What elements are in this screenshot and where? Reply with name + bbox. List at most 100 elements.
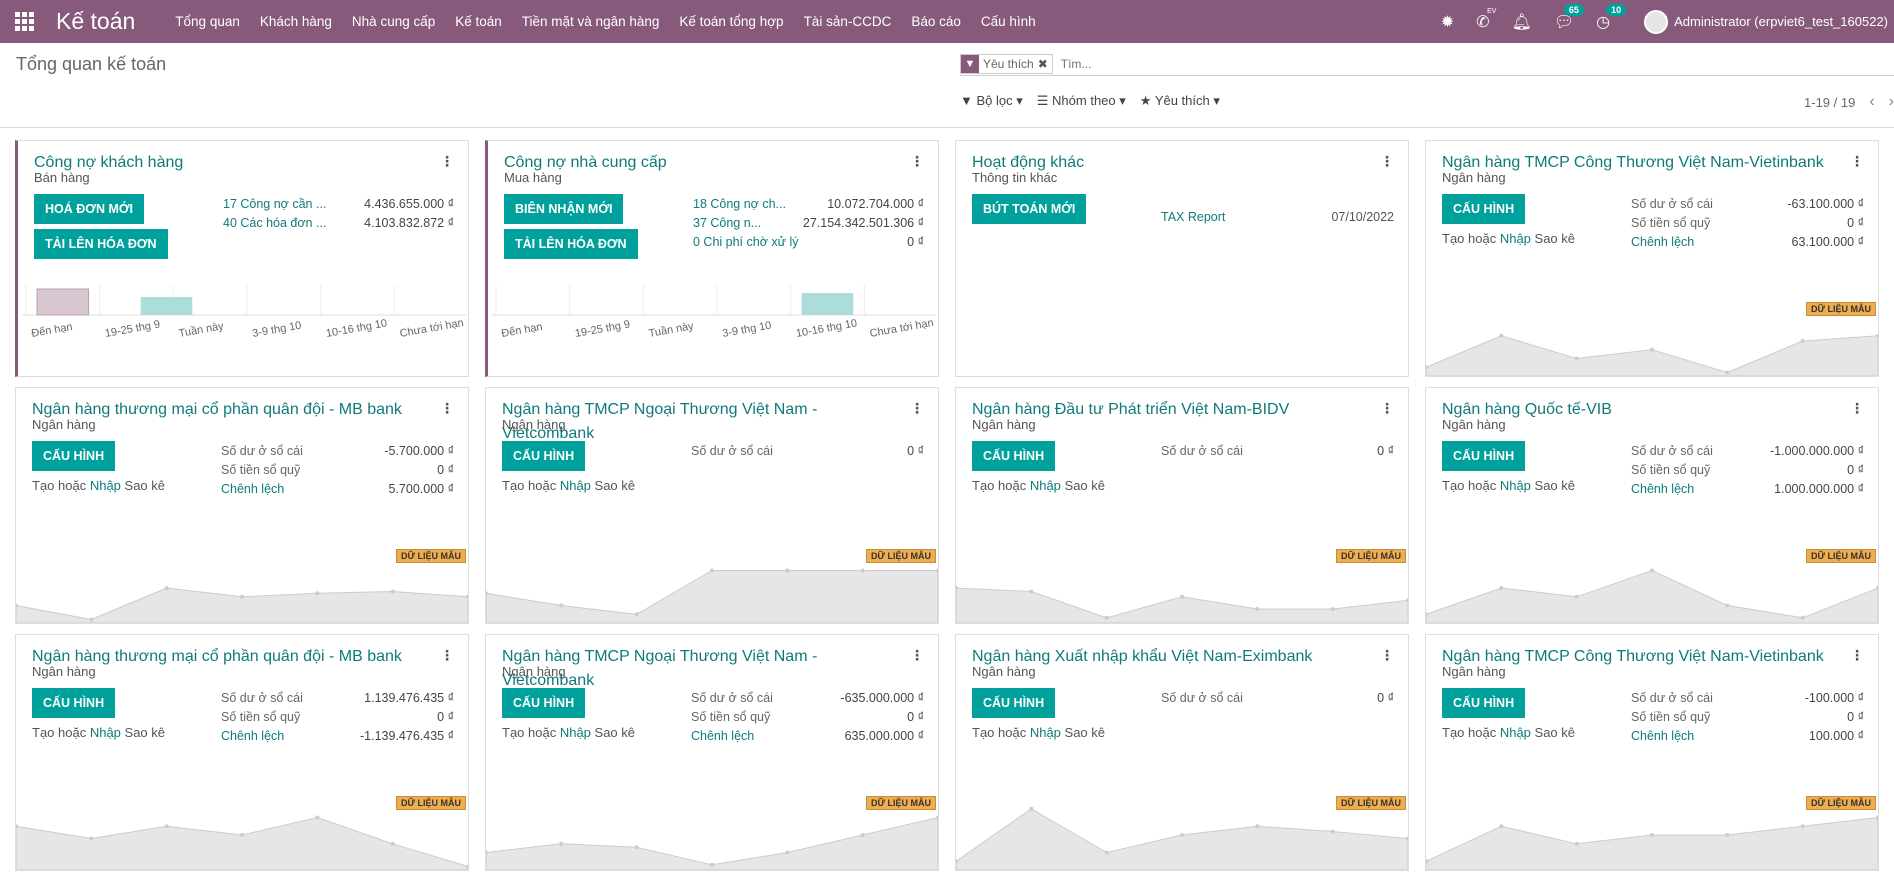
summary-label[interactable]: Chênh lệch [691, 727, 754, 746]
more-options-icon[interactable]: ⋮ [440, 647, 454, 664]
summary-label[interactable]: 17 Công nợ cần ... [223, 195, 326, 214]
data-point [1650, 347, 1654, 352]
app-title[interactable]: Kế toán [56, 8, 135, 35]
card-title[interactable]: Công nợ khách hàng [34, 151, 434, 175]
action-button[interactable]: TẢI LÊN HÓA ĐƠN [504, 229, 638, 259]
menu-item[interactable]: Khách hàng [250, 14, 342, 29]
search-options: ▼ Bộ lọc ▾ ☰ Nhóm theo ▾ ★ Yêu thích ▾ [960, 93, 1220, 109]
menu-item[interactable]: Tiền mặt và ngân hàng [512, 14, 670, 29]
filter-dropdown[interactable]: ▼ Bộ lọc ▾ [960, 93, 1023, 109]
configure-button[interactable]: CẤU HÌNH [1442, 441, 1526, 471]
create-link[interactable]: Tạo hoặc [32, 725, 86, 740]
summary-label[interactable]: 18 Công nợ ch... [693, 195, 786, 214]
bar[interactable] [801, 293, 854, 315]
import-link[interactable]: Nhập [1030, 478, 1061, 493]
import-link[interactable]: Nhập [560, 725, 591, 740]
apps-menu-icon[interactable] [15, 11, 35, 32]
action-button[interactable]: BÚT TOÁN MỚI [972, 194, 1087, 224]
create-link[interactable]: Tạo hoặc [502, 725, 556, 740]
create-link[interactable]: Tạo hoặc [32, 478, 86, 493]
configure-button[interactable]: CẤU HÌNH [1442, 688, 1526, 718]
more-options-icon[interactable]: ⋮ [1380, 647, 1394, 664]
favorites-dropdown[interactable]: ★ Yêu thích ▾ [1140, 93, 1220, 109]
tax-report-link[interactable]: TAX Report [1161, 210, 1225, 224]
filter-label: Bộ lọc [976, 93, 1013, 108]
facet-remove-icon[interactable]: ✖ [1038, 57, 1052, 71]
import-link[interactable]: Nhập [1030, 725, 1061, 740]
configure-button[interactable]: CẤU HÌNH [1442, 194, 1526, 224]
bar[interactable] [140, 297, 193, 315]
more-options-icon[interactable]: ⋮ [1380, 153, 1394, 170]
activity-clock-icon[interactable]: ◷ 10 [1596, 3, 1627, 32]
menu-item[interactable]: Nhà cung cấp [342, 14, 445, 29]
user-menu[interactable]: Administrator (erpviet6_test_160522) [1674, 14, 1888, 29]
summary-label[interactable]: Chênh lệch [221, 727, 284, 746]
import-link[interactable]: Nhập [90, 478, 121, 493]
messages-icon[interactable]: 💬︎ 65 [1554, 3, 1584, 32]
summary-label[interactable]: 0 Chi phí chờ xử lý [693, 233, 799, 252]
menu-item[interactable]: Tổng quan [165, 14, 250, 29]
avatar[interactable] [1644, 9, 1669, 34]
more-options-icon[interactable]: ⋮ [910, 400, 924, 417]
create-link[interactable]: Tạo hoặc [1442, 478, 1496, 493]
card-title[interactable]: Công nợ nhà cung cấp [504, 151, 904, 175]
action-button[interactable]: HOÁ ĐƠN MỚI [34, 194, 144, 224]
bar[interactable] [36, 288, 90, 316]
summary-label[interactable]: Chênh lệch [221, 480, 284, 499]
more-options-icon[interactable]: ⋮ [1380, 400, 1394, 417]
summary-label[interactable]: Chênh lệch [1631, 233, 1694, 252]
import-link[interactable]: Nhập [560, 478, 591, 493]
configure-button[interactable]: CẤU HÌNH [972, 441, 1056, 471]
search-input[interactable] [1060, 56, 1841, 71]
import-link[interactable]: Nhập [1500, 478, 1531, 493]
configure-button[interactable]: CẤU HÌNH [502, 441, 586, 471]
pager-previous-icon[interactable]: ‹ [1869, 93, 1874, 111]
summary-rows: 17 Công nợ cần ... 4.436.655.000 ₫ 40 Các … [223, 195, 454, 233]
summary-label[interactable]: 40 Các hóa đơn ... [223, 214, 326, 233]
pager-next-icon[interactable]: › [1889, 93, 1894, 111]
menu-item[interactable]: Kế toán [445, 14, 512, 29]
create-link[interactable]: Tạo hoặc [502, 478, 556, 493]
more-options-icon[interactable]: ⋮ [440, 153, 454, 170]
create-link[interactable]: Tạo hoặc [1442, 725, 1496, 740]
search-bar: ▼ Yêu thích ✖ [960, 52, 1894, 76]
menu-item[interactable]: Báo cáo [901, 14, 971, 29]
summary-label[interactable]: 37 Công n... [693, 214, 761, 233]
pager-value[interactable]: 1-19 / 19 [1804, 95, 1855, 110]
action-button[interactable]: TẢI LÊN HÓA ĐƠN [34, 229, 168, 259]
data-point [634, 612, 639, 617]
import-link[interactable]: Nhập [1500, 231, 1531, 246]
summary-label[interactable]: Chênh lệch [1631, 727, 1694, 746]
phone-icon[interactable]: ✆ EV [1476, 8, 1496, 32]
create-link[interactable]: Tạo hoặc [972, 725, 1026, 740]
data-point [785, 568, 790, 573]
summary-row: Chênh lệch 635.000.000 ₫ [691, 727, 924, 746]
menu-item[interactable]: Tài sản-CCDC [794, 14, 902, 29]
more-options-icon[interactable]: ⋮ [1850, 647, 1864, 664]
import-link[interactable]: Nhập [1500, 725, 1531, 740]
summary-label[interactable]: Chênh lệch [1631, 480, 1694, 499]
menu-item[interactable]: Kế toán tổng hợp [669, 14, 793, 29]
import-link[interactable]: Nhập [90, 725, 121, 740]
configure-button[interactable]: CẤU HÌNH [502, 688, 586, 718]
debug-bug-icon[interactable]: ✹ [1441, 12, 1454, 32]
configure-button[interactable]: CẤU HÌNH [32, 688, 116, 718]
create-link[interactable]: Tạo hoặc [1442, 231, 1496, 246]
summary-row: Số dư ở sổ cái 0 ₫ [1161, 689, 1394, 708]
journal-card: Ngân hàng TMCP Công Thương Việt Nam-Viet… [1425, 634, 1879, 871]
tax-report-date: 07/10/2022 [1331, 210, 1394, 224]
more-options-icon[interactable]: ⋮ [1850, 400, 1864, 417]
data-point [89, 836, 94, 841]
action-button[interactable]: BIÊN NHẬN MỚI [504, 194, 624, 224]
menu-item[interactable]: Cấu hình [971, 14, 1046, 29]
more-options-icon[interactable]: ⋮ [1850, 153, 1864, 170]
create-link[interactable]: Tạo hoặc [972, 478, 1026, 493]
more-options-icon[interactable]: ⋮ [910, 153, 924, 170]
configure-button[interactable]: CẤU HÌNH [972, 688, 1056, 718]
more-options-icon[interactable]: ⋮ [440, 400, 454, 417]
configure-button[interactable]: CẤU HÌNH [32, 441, 116, 471]
bell-icon[interactable]: 🔔︎ [1512, 12, 1532, 32]
groupby-dropdown[interactable]: ☰ Nhóm theo ▾ [1037, 93, 1126, 109]
more-options-icon[interactable]: ⋮ [910, 647, 924, 664]
create-or-import-link: Tạo hoặc Nhập Sao kê [32, 478, 165, 493]
